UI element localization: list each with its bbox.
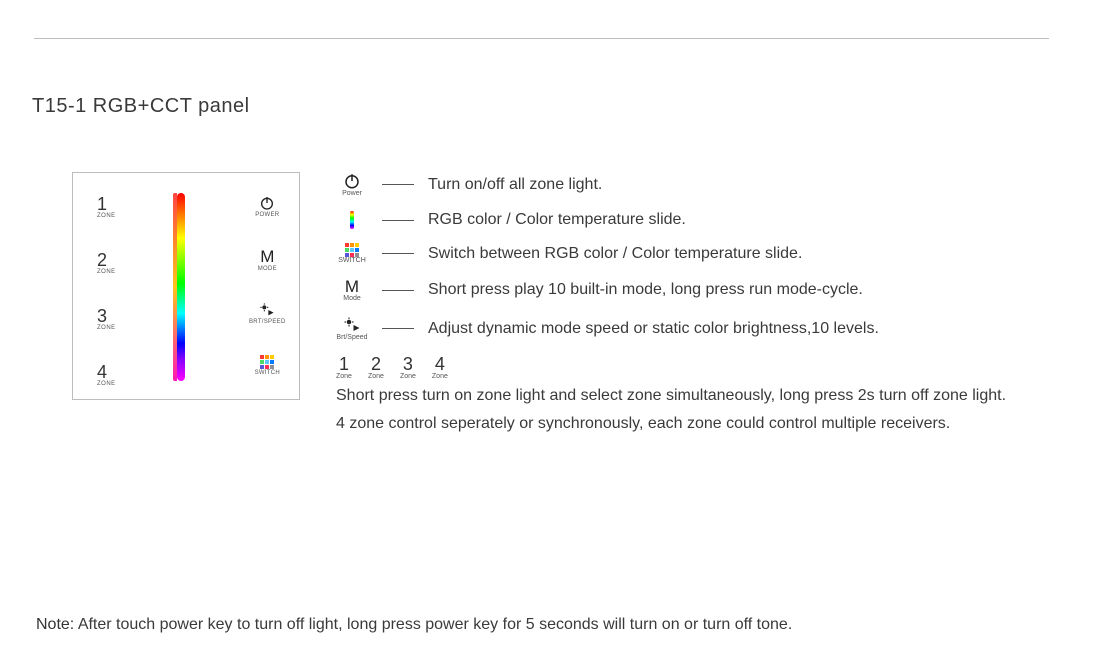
control-column: POWER M MODE BRT/SPEED bbox=[249, 195, 286, 376]
zone-column: 1 ZONE 2 ZONE 3 ZONE 4 ZONE bbox=[97, 195, 116, 387]
zone-label: ZONE bbox=[97, 325, 116, 331]
zone-1-button[interactable]: 1 ZONE bbox=[97, 195, 116, 219]
legend-zones-row: 1 Zone 2 Zone 3 Zone 4 Zone bbox=[336, 355, 1056, 380]
brightness-speed-icon bbox=[343, 316, 361, 334]
color-slide-icon bbox=[350, 211, 354, 229]
note-text: After touch power key to turn off light,… bbox=[74, 616, 792, 633]
legend-caption: SWITCH bbox=[338, 257, 366, 264]
zone-number: 1 bbox=[339, 355, 349, 373]
legend-dash bbox=[382, 253, 414, 254]
mode-icon: M bbox=[260, 248, 274, 265]
zone-label: Zone bbox=[400, 373, 416, 380]
legend-row-brt: Brt/Speed Adjust dynamic mode speed or s… bbox=[336, 316, 1056, 341]
legend-row-power: Power Turn on/off all zone light. bbox=[336, 172, 1056, 197]
zone-2-button[interactable]: 2 ZONE bbox=[97, 251, 116, 275]
legend: Power Turn on/off all zone light. RGB co… bbox=[336, 172, 1056, 436]
top-divider bbox=[34, 38, 1049, 39]
power-label: POWER bbox=[255, 212, 279, 218]
zone-number: 2 bbox=[97, 251, 116, 269]
legend-dash bbox=[382, 184, 414, 185]
legend-caption: Brt/Speed bbox=[336, 334, 367, 341]
legend-caption: Mode bbox=[343, 295, 361, 302]
legend-dash bbox=[382, 328, 414, 329]
legend-caption: Power bbox=[342, 190, 362, 197]
zone-3-button[interactable]: 3 ZONE bbox=[97, 307, 116, 331]
zone-number: 1 bbox=[97, 195, 116, 213]
zone-label: ZONE bbox=[97, 213, 116, 219]
zone-4-button[interactable]: 4 ZONE bbox=[97, 363, 116, 387]
power-icon bbox=[259, 195, 275, 211]
legend-zone-1: 1 Zone bbox=[336, 355, 352, 380]
switch-icon bbox=[260, 355, 274, 369]
legend-text: Adjust dynamic mode speed or static colo… bbox=[428, 320, 879, 338]
device-panel: 1 ZONE 2 ZONE 3 ZONE 4 ZONE bbox=[72, 172, 300, 400]
zone-label: Zone bbox=[336, 373, 352, 380]
legend-row-switch: SWITCH Switch between RGB color / Color … bbox=[336, 243, 1056, 264]
zone-number: 3 bbox=[97, 307, 116, 325]
power-button[interactable]: POWER bbox=[255, 195, 279, 218]
brt-speed-button[interactable]: BRT/SPEED bbox=[249, 302, 286, 325]
legend-text: Turn on/off all zone light. bbox=[428, 176, 602, 194]
zone-number: 2 bbox=[371, 355, 381, 373]
zone-number: 4 bbox=[97, 363, 116, 381]
mode-icon: M bbox=[345, 278, 359, 295]
legend-zone-4: 4 Zone bbox=[432, 355, 448, 380]
power-icon bbox=[343, 172, 361, 190]
switch-icon bbox=[345, 243, 359, 257]
zone-label: Zone bbox=[368, 373, 384, 380]
legend-row-slide: RGB color / Color temperature slide. bbox=[336, 211, 1056, 229]
zone-number: 3 bbox=[403, 355, 413, 373]
legend-zone-3: 3 Zone bbox=[400, 355, 416, 380]
note-label: Note: bbox=[36, 616, 74, 633]
mode-label: MODE bbox=[258, 266, 277, 272]
zone-description-line1: Short press turn on zone light and selec… bbox=[336, 384, 1056, 408]
legend-row-mode: M Mode Short press play 10 built-in mode… bbox=[336, 278, 1056, 302]
zone-label: ZONE bbox=[97, 381, 116, 387]
legend-text: RGB color / Color temperature slide. bbox=[428, 211, 686, 229]
legend-dash bbox=[382, 290, 414, 291]
legend-text: Switch between RGB color / Color tempera… bbox=[428, 245, 802, 263]
legend-text: Short press play 10 built-in mode, long … bbox=[428, 281, 863, 299]
zone-description-line2: 4 zone control seperately or synchronous… bbox=[336, 412, 1056, 436]
legend-zone-2: 2 Zone bbox=[368, 355, 384, 380]
color-slider[interactable] bbox=[177, 193, 185, 381]
legend-dash bbox=[382, 220, 414, 221]
brt-speed-label: BRT/SPEED bbox=[249, 319, 286, 325]
color-slider-accent bbox=[173, 193, 177, 381]
zone-label: ZONE bbox=[97, 269, 116, 275]
zone-number: 4 bbox=[435, 355, 445, 373]
zone-label: Zone bbox=[432, 373, 448, 380]
switch-button[interactable]: SWITCH bbox=[255, 355, 280, 376]
switch-label: SWITCH bbox=[255, 370, 280, 376]
brightness-speed-icon bbox=[259, 302, 275, 318]
note: Note: After touch power key to turn off … bbox=[36, 616, 792, 634]
mode-button[interactable]: M MODE bbox=[258, 248, 277, 272]
page-title: T15-1 RGB+CCT panel bbox=[32, 95, 250, 118]
